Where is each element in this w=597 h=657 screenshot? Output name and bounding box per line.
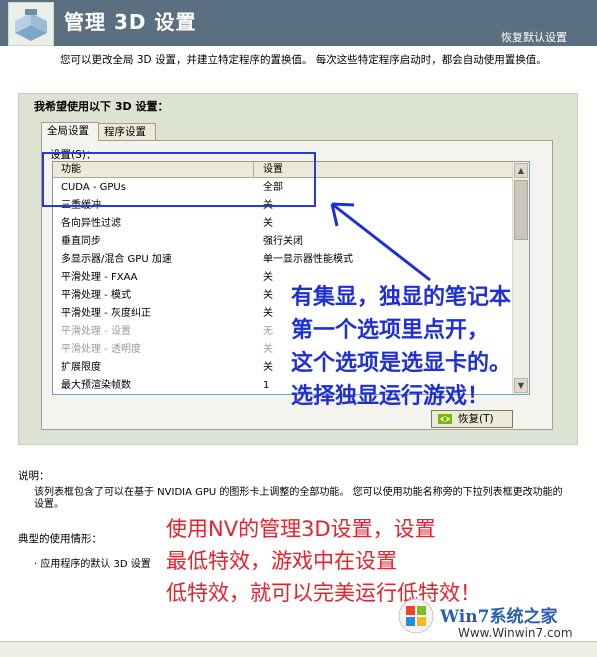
restore-defaults-link[interactable]: 恢复默认设置 (501, 29, 567, 45)
usage-bullet: · 应用程序的默认 3D 设置 (34, 559, 151, 570)
scroll-thumb[interactable] (514, 180, 528, 240)
annotation-red-line: 最低特效，游戏中在设置 (166, 549, 397, 573)
nvidia-control-panel-logo-icon (8, 2, 54, 46)
explanation-text: 该列表框包含了可以在基于 NVIDIA GPU 的图形卡上调整的全部功能。 您可… (34, 487, 563, 510)
list-item-name: 平滑处理 - 模式 (61, 290, 131, 301)
list-item-name: 垂直同步 (61, 236, 101, 247)
list-item-value: 无 (263, 326, 273, 337)
annotation-blue-line: 第一个选项里点开， (291, 318, 490, 343)
list-item[interactable]: 多显示器/混合 GPU 加速 单一显示器性能模式 (53, 251, 513, 269)
list-item-name: 平滑处理 - 设置 (61, 326, 131, 337)
list-item-name: 各向异性过滤 (61, 218, 121, 229)
list-item-value[interactable]: 单一显示器性能模式 (263, 251, 353, 269)
windows-logo-icon (398, 598, 434, 634)
list-item-value[interactable]: 1 (263, 377, 269, 394)
tab-program-settings[interactable]: 程序设置 (98, 123, 156, 140)
list-scrollbar[interactable]: ▲ ▼ (512, 162, 529, 394)
header-bar: 管理 3D 设置 恢复默认设置 (0, 0, 597, 46)
annotation-blue-line: 有集显，独显的笔记本 (291, 285, 512, 310)
highlight-box (42, 152, 316, 207)
nvidia-eye-icon (438, 414, 452, 424)
list-item-name: 最大预渲染帧数 (61, 380, 131, 391)
watermark-url: Www.Winwin7.com (458, 626, 573, 640)
list-item-name: 多显示器/混合 GPU 加速 (61, 254, 172, 265)
panel-title: 我希望使用以下 3D 设置： (34, 100, 169, 113)
annotation-blue: 有集显，独显的笔记本 第一个选项里点开， 这个选项是选显卡的。 选择独显运行游戏… (291, 281, 511, 413)
list-item-value: 关 (263, 344, 273, 355)
list-item-value[interactable]: 关 (263, 287, 273, 305)
annotation-blue-line: 选择独显运行游戏！ (291, 384, 490, 409)
restore-button-label: 恢复(T) (458, 413, 494, 425)
annotation-blue-line: 这个选项是选显卡的。 (291, 351, 512, 376)
list-item-value[interactable]: 关 (263, 269, 273, 287)
watermark: Win7系统之家 Www.Winwin7.com (398, 598, 588, 644)
annotation-red: 使用NV的管理3D设置，设置 最低特效，游戏中在设置 低特效，就可以完美运行低特… (166, 513, 481, 609)
list-item-value[interactable]: 关 (263, 359, 273, 377)
list-item-value[interactable]: 关 (263, 215, 273, 233)
tab-global-settings[interactable]: 全局设置 (41, 122, 99, 141)
list-item-value[interactable]: 关 (263, 305, 273, 323)
list-item-value[interactable]: 强行关闭 (263, 233, 303, 251)
list-item-name: 平滑处理 - FXAA (61, 272, 138, 283)
page-description: 您可以更改全局 3D 设置，并建立特定程序的置换值。 每次这些特定程序启动时，都… (60, 54, 547, 66)
list-item-name: 平滑处理 - 灰度纠正 (61, 308, 151, 319)
scroll-down-icon[interactable]: ▼ (514, 378, 528, 393)
bottom-scrollbar[interactable] (0, 641, 597, 657)
list-item[interactable]: 各向异性过滤 关 (53, 215, 513, 233)
list-item-name: 扩展限度 (61, 362, 101, 373)
watermark-brand: Win7系统之家 (440, 607, 558, 627)
list-item[interactable]: 垂直同步 强行关闭 (53, 233, 513, 251)
usage-title: 典型的使用情形： (18, 533, 102, 545)
list-item-name: 平滑处理 - 透明度 (61, 344, 141, 355)
annotation-red-line: 使用NV的管理3D设置，设置 (166, 517, 436, 541)
explanation-title: 说明： (18, 470, 50, 482)
scroll-up-icon[interactable]: ▲ (514, 163, 528, 178)
page-title: 管理 3D 设置 (64, 10, 197, 34)
